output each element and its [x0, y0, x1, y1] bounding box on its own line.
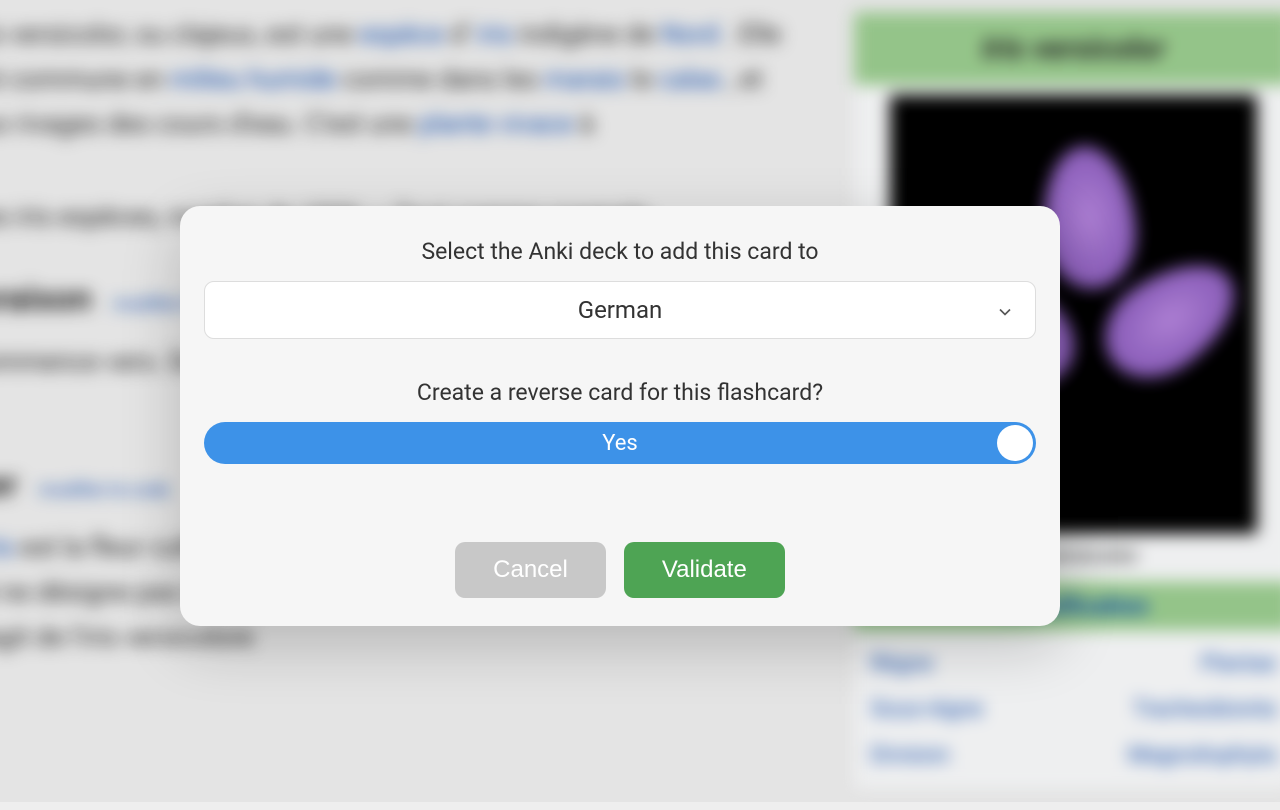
reverse-prompt: Create a reverse card for this flashcard… — [204, 379, 1036, 406]
reverse-card-toggle[interactable]: Yes — [204, 422, 1036, 464]
deck-select[interactable]: German — [204, 281, 1036, 339]
modal-buttons: Cancel Validate — [204, 542, 1036, 598]
validate-button[interactable]: Validate — [624, 542, 785, 598]
cancel-button[interactable]: Cancel — [455, 542, 606, 598]
deck-prompt: Select the Anki deck to add this card to — [204, 238, 1036, 265]
deck-selected-value: German — [578, 296, 663, 324]
add-card-modal: Select the Anki deck to add this card to… — [180, 206, 1060, 626]
chevron-down-icon — [995, 300, 1015, 320]
toggle-knob — [997, 425, 1033, 461]
toggle-label: Yes — [602, 431, 638, 456]
